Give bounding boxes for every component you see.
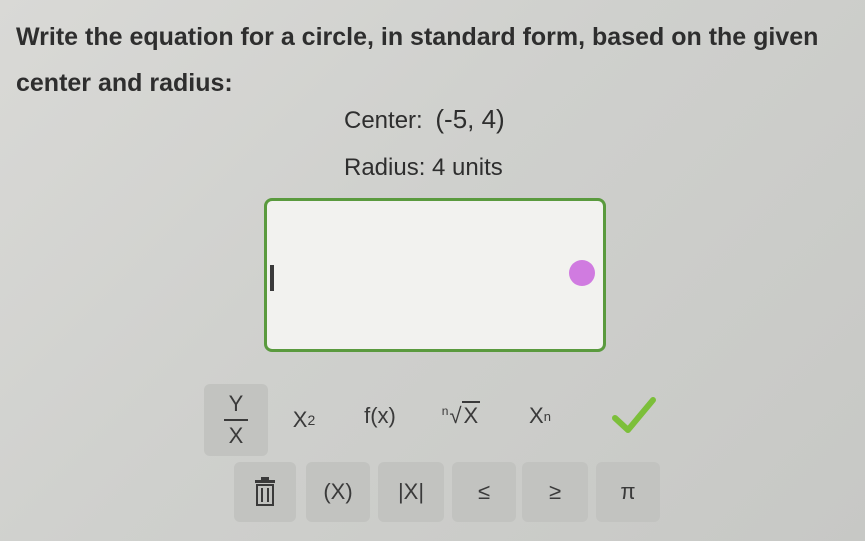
subscript-base: X (529, 403, 544, 428)
radius-line: Radius: 4 units (344, 154, 503, 181)
submit-button[interactable] (604, 388, 664, 444)
root-index: n (441, 403, 449, 418)
greater-equal-button[interactable]: ≥ (522, 462, 588, 522)
nth-root-button[interactable]: n√X (426, 388, 496, 444)
keyboard-toggle-icon[interactable] (569, 260, 595, 286)
check-icon (612, 397, 656, 433)
trash-icon (255, 477, 275, 506)
absolute-value-button[interactable]: |X| (378, 462, 444, 522)
power-base: X (292, 407, 308, 432)
center-label: Center: (344, 107, 423, 134)
power-exp: 2 (307, 412, 316, 428)
text-cursor (270, 265, 274, 291)
center-line: Center: (-5, 4) (344, 104, 505, 135)
question-prompt: Write the equation for a circle, in stan… (16, 23, 819, 97)
parentheses-button[interactable]: (X) (306, 462, 370, 522)
answer-input[interactable] (264, 198, 606, 352)
function-button[interactable]: f(x) (348, 388, 412, 444)
subscript-idx: n (543, 408, 551, 424)
pi-button[interactable]: π (596, 462, 660, 522)
subscript-button[interactable]: Xn (508, 388, 572, 444)
fraction-top: Y (228, 391, 244, 416)
center-value: (-5, 4) (435, 104, 505, 134)
fraction-bottom: X (228, 423, 244, 448)
less-equal-button[interactable]: ≤ (452, 462, 516, 522)
fraction-button[interactable]: Y X (204, 384, 268, 456)
clear-button[interactable] (234, 462, 296, 522)
power-button[interactable]: X2 (272, 388, 336, 452)
root-radicand: X (461, 401, 481, 428)
